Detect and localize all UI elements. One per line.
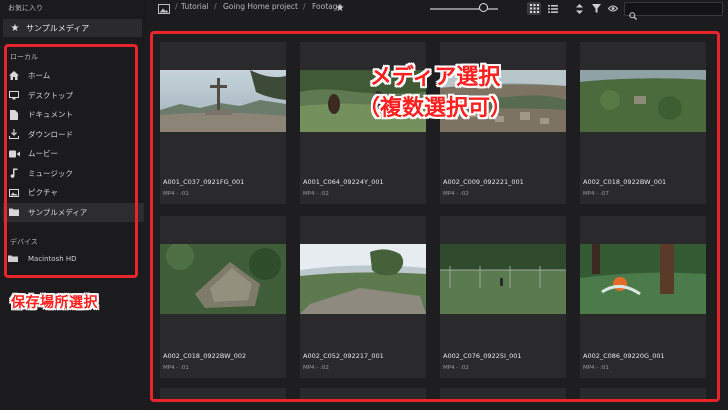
storage-select-callout: 保存場所選択 xyxy=(11,295,98,311)
breadcrumb-going-home-project[interactable]: Going Home project xyxy=(223,2,298,11)
search-icon xyxy=(629,5,638,24)
favorite-item-label: サンプルメディア xyxy=(26,23,90,33)
image-folder-icon[interactable] xyxy=(157,2,171,15)
favorite-item-sample-media[interactable]: ★ サンプルメディア xyxy=(3,19,142,37)
star-icon[interactable]: ★ xyxy=(334,2,346,15)
sort-icon[interactable] xyxy=(574,2,584,15)
breadcrumb-separator: / xyxy=(303,2,306,11)
media-select-callout: メディア選択 （複数選択可） xyxy=(330,62,540,124)
search-input[interactable] xyxy=(624,2,723,21)
breadcrumb-tutorial[interactable]: Tutorial xyxy=(181,2,209,11)
favorites-header: お気に入り xyxy=(8,4,43,12)
breadcrumb-separator: / xyxy=(214,2,217,11)
breadcrumb-separator: / xyxy=(175,2,178,11)
list-view-icon[interactable] xyxy=(546,2,560,15)
star-icon: ★ xyxy=(10,22,20,34)
grid-view-icon[interactable] xyxy=(527,2,541,15)
filter-icon[interactable] xyxy=(590,2,602,15)
media-select-callout-line1: メディア選択 xyxy=(369,65,501,90)
thumbnail-size-slider-knob[interactable] xyxy=(479,3,488,12)
storage-highlight-box xyxy=(4,44,138,278)
media-select-callout-line2: （複数選択可） xyxy=(357,96,512,121)
eye-icon[interactable] xyxy=(607,2,619,15)
